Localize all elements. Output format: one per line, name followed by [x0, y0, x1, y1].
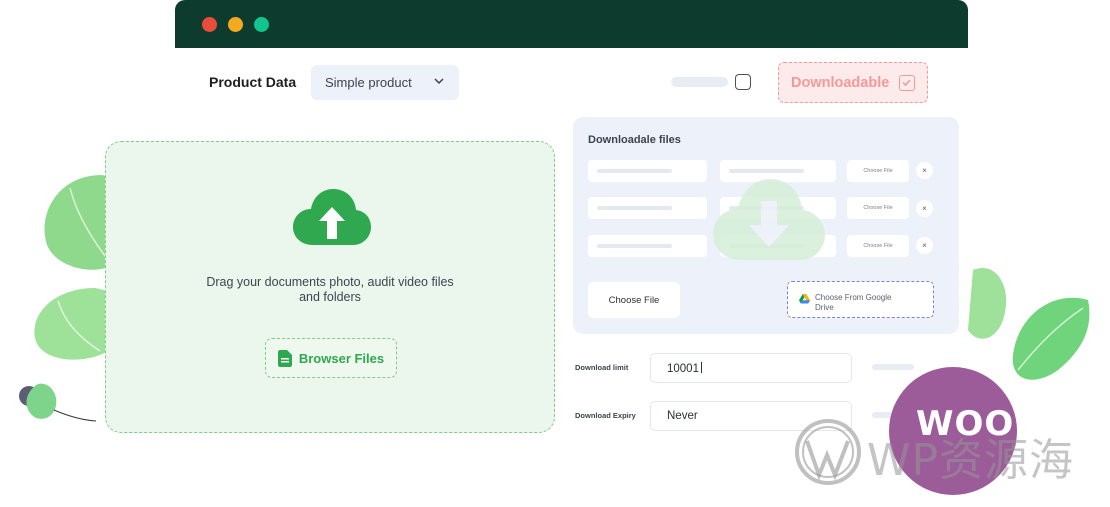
file-name-input[interactable]: [588, 197, 707, 219]
browse-files-button[interactable]: Browser Files: [265, 338, 397, 378]
upload-instructions: Drag your documents photo, audit video f…: [206, 275, 454, 289]
download-limit-label: Download limit: [575, 363, 629, 372]
cloud-upload-icon: [293, 189, 371, 245]
browse-files-label: Browser Files: [298, 350, 385, 366]
watermark-text: WP资源海: [867, 435, 1075, 486]
minimize-window-button[interactable]: [228, 17, 243, 32]
upload-dropzone[interactable]: Drag your documents photo, audit video f…: [105, 141, 555, 433]
choose-file-button[interactable]: Choose File: [847, 197, 909, 219]
downloadable-toggle[interactable]: Downloadable: [778, 62, 928, 103]
placeholder-bar: [872, 364, 914, 370]
upload-instructions-line2: and folders: [299, 290, 361, 304]
title-bar: [175, 0, 968, 48]
placeholder-bar: [872, 412, 892, 418]
downloadable-checkbox[interactable]: [899, 75, 915, 91]
chevron-down-icon: [434, 78, 444, 85]
remove-file-button[interactable]: ×: [916, 162, 933, 179]
leaf-decoration: [34, 288, 109, 360]
google-drive-button[interactable]: Choose From Google Drive: [787, 281, 934, 318]
files-panel-title: Downloadale files: [588, 134, 681, 146]
download-limit-input[interactable]: 10001: [650, 353, 852, 383]
close-window-button[interactable]: [202, 17, 217, 32]
check-icon: [902, 79, 911, 87]
cloud-download-icon: [713, 179, 825, 260]
leaf-decoration: [19, 383, 97, 422]
product-type-select[interactable]: Simple product: [311, 65, 459, 100]
product-data-label: Product Data: [209, 74, 297, 90]
google-drive-label: Choose From Google: [815, 293, 892, 302]
text-caret: [700, 362, 702, 373]
download-limit-value: 10001: [667, 363, 699, 375]
choose-file-main-button[interactable]: Choose File: [588, 282, 680, 318]
stage: Product Data Simple product Downloadable…: [0, 0, 1110, 507]
virtual-checkbox[interactable]: [735, 74, 751, 90]
remove-file-button[interactable]: ×: [916, 200, 933, 217]
document-icon: [277, 349, 292, 367]
google-drive-label-line2: Drive: [815, 302, 834, 312]
product-type-value: Simple product: [325, 75, 412, 90]
wordpress-icon: [795, 419, 861, 485]
choose-file-button[interactable]: Choose File: [847, 160, 909, 182]
download-expiry-value: Never: [667, 410, 698, 422]
remove-file-button[interactable]: ×: [916, 237, 933, 254]
file-name-input[interactable]: [588, 160, 707, 182]
downloadable-label: Downloadable: [791, 74, 890, 91]
maximize-window-button[interactable]: [254, 17, 269, 32]
google-drive-icon: [799, 294, 810, 304]
file-name-input[interactable]: [588, 235, 707, 257]
download-expiry-label: Download Expiry: [575, 411, 636, 420]
choose-file-button[interactable]: Choose File: [847, 235, 909, 257]
placeholder-bar: [671, 77, 728, 87]
downloadable-files-panel: Downloadale files Choose File × Choose F…: [573, 117, 959, 334]
